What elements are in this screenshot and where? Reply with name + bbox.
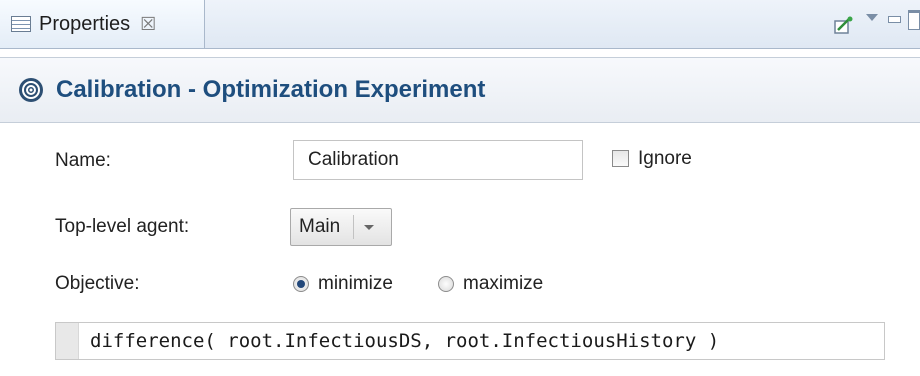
view-menu-icon[interactable] [866,14,878,21]
maximize-radio[interactable] [438,276,454,292]
objective-label: Objective: [55,273,140,294]
select-divider [353,215,354,239]
properties-header: Calibration - Optimization Experiment [0,57,920,123]
name-field[interactable]: Calibration [293,140,583,180]
maximize-label[interactable]: maximize [463,273,543,295]
objective-expression[interactable]: difference( root.InfectiousDS, root.Infe… [90,330,719,352]
experiment-icon [19,78,43,102]
minimize-radio[interactable] [293,276,309,292]
maximize-icon[interactable] [908,10,920,30]
chevron-down-icon[interactable] [364,225,374,230]
minimize-label[interactable]: minimize [318,273,393,295]
ignore-checkbox[interactable] [612,150,629,167]
editor-gutter [56,323,79,359]
selected-agent: Main [299,216,341,237]
tab-label: Properties [39,12,131,35]
top-level-agent-select[interactable]: Main [290,208,392,246]
objective-expression-editor[interactable]: difference( root.InfectiousDS, root.Infe… [55,322,885,360]
close-icon[interactable]: ☒ [140,14,156,35]
minimize-icon[interactable] [888,16,901,23]
page-title: Calibration - Optimization Experiment [56,76,486,103]
pin-icon[interactable] [834,16,854,34]
top-level-agent-label: Top-level agent: [55,216,190,237]
properties-icon [11,16,31,32]
ignore-label[interactable]: Ignore [638,148,692,170]
tab-properties[interactable]: Properties ☒ [0,0,205,48]
name-label: Name: [55,150,111,171]
view-tab-bar: Properties ☒ [0,0,920,49]
